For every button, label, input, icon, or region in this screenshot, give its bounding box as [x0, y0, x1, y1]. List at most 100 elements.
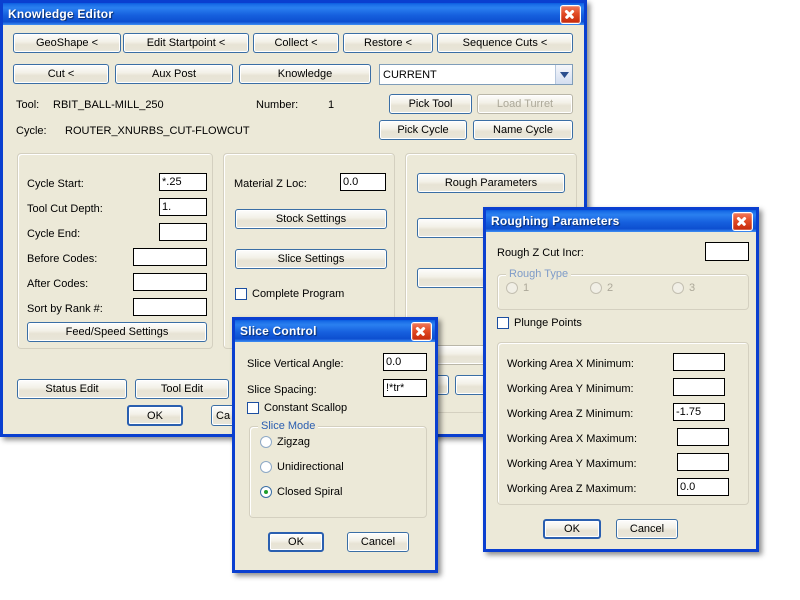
working-area-x-max-label: Working Area X Maximum:: [507, 433, 638, 445]
slice-spacing-input[interactable]: !*tr*: [383, 379, 427, 397]
sort-by-rank-input[interactable]: [133, 298, 207, 316]
slice-mode-unidirectional[interactable]: Unidirectional: [260, 461, 344, 473]
rough-z-cut-incr-input[interactable]: [705, 242, 749, 261]
name-cycle-button[interactable]: Name Cycle: [473, 120, 573, 140]
working-area-z-max-input[interactable]: 0.0: [677, 478, 729, 496]
roughing-parameters-titlebar[interactable]: Roughing Parameters: [486, 210, 756, 232]
checkbox-box: [497, 317, 509, 329]
rough-type-group: Rough Type: [497, 268, 749, 310]
roughing-parameters-window: Roughing Parameters Rough Z Cut Incr: Ro…: [483, 207, 759, 552]
plunge-points-checkbox[interactable]: Plunge Points: [497, 317, 582, 329]
slice-mode-closed-spiral-label: Closed Spiral: [277, 486, 343, 498]
radio-circle: [672, 282, 684, 294]
sort-by-rank-label: Sort by Rank #:: [27, 303, 103, 315]
slice-control-titlebar[interactable]: Slice Control: [235, 320, 435, 342]
roughing-ok-button[interactable]: OK: [543, 519, 601, 539]
sequence-cuts-button[interactable]: Sequence Cuts <: [437, 33, 573, 53]
complete-program-checkbox[interactable]: Complete Program: [235, 288, 344, 300]
working-area-z-min-label: Working Area Z Minimum:: [507, 408, 634, 420]
ok-button[interactable]: OK: [127, 405, 183, 426]
pick-tool-button[interactable]: Pick Tool: [389, 94, 472, 114]
close-x-icon[interactable]: [411, 321, 432, 341]
knowledge-button[interactable]: Knowledge: [239, 64, 371, 84]
slice-control-client: Slice Vertical Angle: 0.0 Slice Spacing:…: [235, 342, 435, 570]
material-z-loc-input[interactable]: 0.0: [340, 173, 386, 191]
working-area-y-min-input[interactable]: [673, 378, 725, 396]
tool-label: Tool:: [16, 99, 40, 111]
checkbox-box: [235, 288, 247, 300]
checkbox-box: [247, 402, 259, 414]
tool-edit-button[interactable]: Tool Edit: [135, 379, 229, 399]
before-codes-label: Before Codes:: [27, 253, 98, 265]
slice-cancel-button[interactable]: Cancel: [347, 532, 409, 552]
rough-type-option-1-label: 1: [523, 282, 530, 294]
geoshape-button[interactable]: GeoShape <: [13, 33, 121, 53]
rough-z-cut-incr-label: Rough Z Cut Incr:: [497, 247, 584, 259]
working-area-x-min-label: Working Area X Minimum:: [507, 358, 634, 370]
working-area-x-min-input[interactable]: [673, 353, 725, 371]
radio-circle: [590, 282, 602, 294]
radio-circle: [260, 461, 272, 473]
slice-mode-zigzag-label: Zigzag: [277, 436, 311, 448]
rough-parameters-button[interactable]: Rough Parameters: [417, 173, 565, 193]
rough-type-option-2-label: 2: [607, 282, 614, 294]
radio-circle: [260, 436, 272, 448]
constant-scallop-checkbox[interactable]: Constant Scallop: [247, 402, 347, 414]
slice-mode-closed-spiral[interactable]: Closed Spiral: [260, 486, 342, 498]
plunge-points-label: Plunge Points: [514, 317, 582, 329]
pick-cycle-button[interactable]: Pick Cycle: [379, 120, 467, 140]
working-area-z-min-input[interactable]: -1.75: [673, 403, 725, 421]
number-value: 1: [328, 99, 335, 111]
feed-speed-settings-button[interactable]: Feed/Speed Settings: [27, 322, 207, 342]
radio-circle: [506, 282, 518, 294]
cycle-end-input[interactable]: [159, 223, 207, 241]
edit-startpoint-button[interactable]: Edit Startpoint <: [123, 33, 249, 53]
knowledge-editor-title: Knowledge Editor: [8, 7, 114, 21]
roughing-cancel-button[interactable]: Cancel: [616, 519, 678, 539]
tool-value: RBIT_BALL-MILL_250: [53, 99, 164, 111]
slice-control-window: Slice Control Slice Vertical Angle: 0.0 …: [232, 317, 438, 573]
profile-combo[interactable]: CURRENT: [379, 64, 573, 85]
stock-settings-button[interactable]: Stock Settings: [235, 209, 387, 229]
number-label: Number:: [256, 99, 299, 111]
restore-button[interactable]: Restore <: [343, 33, 433, 53]
working-area-x-max-input[interactable]: [677, 428, 729, 446]
after-codes-label: After Codes:: [27, 278, 89, 290]
rough-type-option-2: 2: [590, 282, 613, 294]
slice-ok-button[interactable]: OK: [268, 532, 324, 552]
slice-control-title: Slice Control: [240, 324, 317, 338]
cycle-start-input[interactable]: *.25: [159, 173, 207, 191]
chevron-down-icon[interactable]: [555, 65, 572, 84]
working-area-y-min-label: Working Area Y Minimum:: [507, 383, 634, 395]
tool-cut-depth-input[interactable]: 1.: [159, 198, 207, 216]
rough-type-caption: Rough Type: [506, 268, 572, 280]
material-z-loc-label: Material Z Loc:: [234, 178, 307, 190]
load-turret-button: Load Turret: [477, 94, 573, 114]
tool-cut-depth-label: Tool Cut Depth:: [27, 203, 103, 215]
working-area-z-max-label: Working Area Z Maximum:: [507, 483, 637, 495]
slice-spacing-label: Slice Spacing:: [247, 384, 317, 396]
working-area-y-max-input[interactable]: [677, 453, 729, 471]
cycle-end-label: Cycle End:: [27, 228, 81, 240]
slice-vertical-angle-input[interactable]: 0.0: [383, 353, 427, 371]
roughing-parameters-client: Rough Z Cut Incr: Rough Type 1 2 3 Plung…: [486, 232, 756, 549]
working-area-y-max-label: Working Area Y Maximum:: [507, 458, 637, 470]
slice-mode-zigzag[interactable]: Zigzag: [260, 436, 310, 448]
close-x-icon[interactable]: [732, 211, 753, 231]
before-codes-input[interactable]: [133, 248, 207, 266]
complete-program-label: Complete Program: [252, 288, 345, 300]
slice-mode-caption: Slice Mode: [258, 420, 319, 432]
radio-circle: [260, 486, 272, 498]
slice-settings-button[interactable]: Slice Settings: [235, 249, 387, 269]
cut-button[interactable]: Cut <: [13, 64, 109, 84]
cycle-value: ROUTER_XNURBS_CUT-FLOWCUT: [65, 125, 250, 137]
close-x-icon[interactable]: [560, 4, 581, 24]
rough-type-option-3-label: 3: [689, 282, 696, 294]
cycle-start-label: Cycle Start:: [27, 178, 84, 190]
after-codes-input[interactable]: [133, 273, 207, 291]
collect-button[interactable]: Collect <: [253, 33, 339, 53]
knowledge-editor-titlebar[interactable]: Knowledge Editor: [3, 3, 584, 25]
status-edit-button[interactable]: Status Edit: [17, 379, 127, 399]
constant-scallop-label: Constant Scallop: [264, 402, 348, 414]
aux-post-button[interactable]: Aux Post: [115, 64, 233, 84]
